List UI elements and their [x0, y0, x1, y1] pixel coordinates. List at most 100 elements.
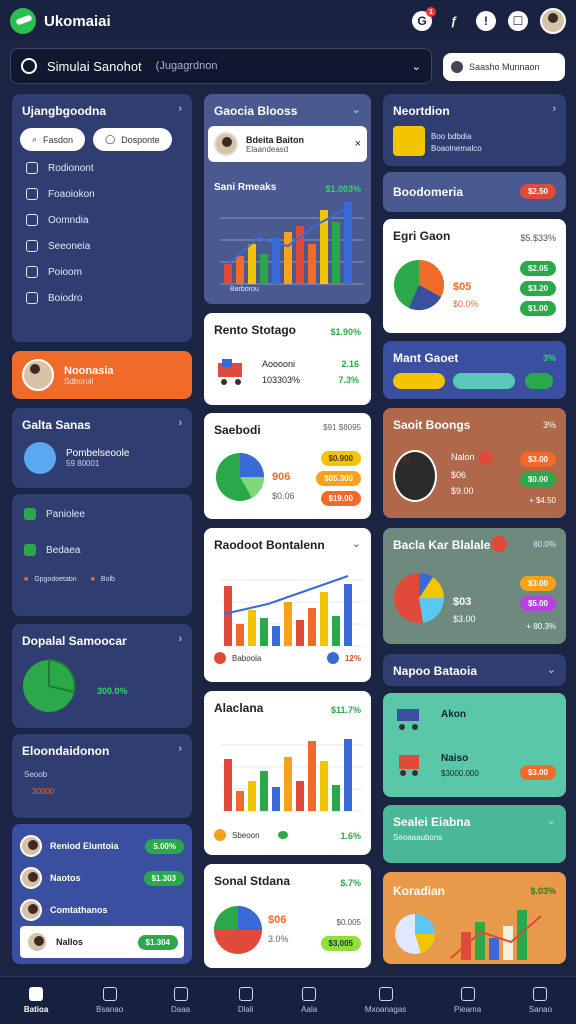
mant-title: Mant Gaoet: [393, 351, 459, 365]
inbox-icon: [102, 987, 117, 1001]
bar: [332, 785, 340, 811]
bottom-nav-batioa[interactable]: Batioa: [24, 987, 48, 1014]
nav-item-1[interactable]: Foaoiokon: [12, 181, 192, 207]
bottom-nav-bsanao[interactable]: Bsanao: [96, 987, 123, 1014]
info-icon[interactable]: !: [476, 11, 496, 31]
option-1-label: Paniolee: [46, 508, 85, 520]
nav-button-a[interactable]: ⌕ Fasdon: [20, 128, 86, 151]
nav-item-5[interactable]: Boiodro: [12, 285, 192, 311]
social-user-row[interactable]: Bdeita Baiton Elaandeasd ×: [208, 126, 367, 162]
option-2[interactable]: Bedaea: [12, 526, 192, 562]
bottom-nav-label: Mxoanagas: [364, 1005, 407, 1014]
nav-panel: Ujangbgoodna › ⌕ Fasdon ◯ Dosponte Rodiono…: [12, 94, 192, 342]
legend-dot: [326, 652, 339, 664]
bar: [236, 791, 244, 811]
rent-change: $1.90%: [330, 327, 361, 337]
nav-item-3[interactable]: Seeoneia: [12, 233, 192, 259]
bottom-nav-aala[interactable]: Aala: [301, 987, 317, 1014]
bottom-nav-dlali[interactable]: Dlali: [238, 987, 253, 1014]
notification-badge: 1: [426, 7, 436, 17]
donut-value: 300.0%: [97, 686, 128, 696]
user-avatar[interactable]: [540, 8, 566, 34]
team-row[interactable]: Comtathanos: [20, 894, 184, 926]
nav-item-2[interactable]: Oomndia: [12, 207, 192, 233]
close-icon[interactable]: ×: [355, 138, 361, 150]
chevron-right-icon[interactable]: ›: [178, 743, 182, 755]
nav-item-0[interactable]: Rodionont: [12, 155, 192, 181]
bar: [296, 620, 304, 646]
rent-panel: Rento Stotago $1.90% Aooooni 103303% 2.1…: [204, 313, 371, 405]
option-1[interactable]: Paniolee: [12, 494, 192, 526]
kards-chart: [395, 910, 542, 960]
sales-pill-2: $05.300: [316, 471, 361, 486]
chevron-down-icon[interactable]: ⌄: [547, 663, 556, 676]
bottom-nav-label: Aala: [301, 1005, 318, 1014]
chevron-down-icon[interactable]: ⌄: [547, 814, 556, 827]
google-icon[interactable]: G1: [412, 7, 436, 31]
team-badge: $1.304: [137, 934, 178, 950]
sales-total: $91 $8095: [323, 423, 361, 432]
nav-item-4[interactable]: Poioom: [12, 259, 192, 285]
bottom-nav-sanao[interactable]: Sanao: [529, 987, 552, 1014]
legend-dot: [214, 829, 226, 841]
bottom-nav-pieama[interactable]: Pieama: [454, 987, 481, 1014]
analytics-legend-1: Sbeoon: [232, 830, 260, 840]
bar: [344, 202, 352, 284]
bolt-icon[interactable]: ƒ: [444, 11, 464, 31]
nav-button-b[interactable]: ◯ Dosponte: [93, 128, 172, 151]
chevron-right-icon[interactable]: ›: [178, 103, 182, 115]
app-logo-icon[interactable]: [10, 8, 36, 34]
backer-pill-2: $5.00: [519, 596, 556, 611]
legend-dot: [277, 831, 288, 839]
chevron-right-icon[interactable]: ›: [552, 103, 556, 115]
team-name: Naotos: [50, 873, 81, 883]
notif-panel: Neortdion › Boo bdbdia Boaolnemalco: [383, 94, 566, 166]
team-row[interactable]: Naotos $1.303: [20, 862, 184, 894]
galta-sub: 59 80001: [66, 459, 100, 468]
bottom-nav: Batioa Bsanao Daaa Dlali Aala Mxoanagas Pieama…: [0, 976, 576, 1024]
smart-pill-2: $0.00: [519, 472, 556, 487]
nav-item-label: Oomndia: [48, 214, 89, 226]
social2-c: $0.005: [336, 918, 361, 927]
bar: [284, 232, 292, 284]
bottom-nav-label: Bsanao: [96, 1005, 124, 1014]
chevron-down-icon[interactable]: ⌄: [352, 537, 361, 550]
nav-button-a-label: Fasdon: [43, 134, 74, 145]
bar: [272, 787, 280, 811]
mant-bar-2: [453, 373, 515, 389]
team-row[interactable]: Nallos $1.304: [20, 926, 184, 958]
bar: [260, 771, 268, 811]
social2-pie-chart: [214, 906, 262, 954]
bar: [236, 624, 244, 646]
profile-card[interactable]: Noonasia Sdboroli: [12, 351, 192, 399]
gold-change: $5.$33%: [520, 233, 556, 243]
chart-icon: [26, 240, 38, 252]
notif-line2: Boaolnemalco: [431, 144, 482, 153]
chevron-right-icon[interactable]: ›: [178, 633, 182, 645]
team-row[interactable]: Reniod Eluntoia 5.00%: [20, 830, 184, 862]
team-name: Nallos: [56, 937, 84, 947]
social-title: Gaocia Blooss: [214, 104, 298, 118]
smiley-icon: [393, 126, 425, 156]
search-icon: ⌕: [32, 134, 38, 144]
sales-a: 906: [272, 471, 291, 483]
nav-panel-title: Ujangbgoodna: [22, 104, 106, 118]
bar: [224, 759, 232, 811]
bottom-nav-daaa[interactable]: Daaa: [171, 987, 190, 1014]
team-name: Reniod Eluntoia: [50, 841, 119, 851]
chevron-right-icon[interactable]: ›: [178, 417, 182, 429]
galta-panel: Galta Sanas › Pombelseoole 59 80001: [12, 408, 192, 488]
bar: [284, 602, 292, 646]
elend-value: 30000: [32, 787, 55, 796]
chevron-down-icon[interactable]: ⌄: [352, 103, 361, 116]
alert-icon: [479, 451, 493, 465]
bottom-nav-mxoanagas[interactable]: Mxoanagas: [365, 987, 406, 1014]
chevron-down-icon[interactable]: ⌄: [412, 60, 421, 73]
smart-v2: $9.00: [451, 486, 474, 496]
chat-icon[interactable]: ☐: [508, 11, 528, 31]
user-button[interactable]: Saasho Munnaon: [443, 53, 565, 81]
donut-panel: Dopalal Samoocar › 300.0%: [12, 624, 192, 728]
search-bar[interactable]: Simulai Sanohot (Jugagrdnon ⌄: [10, 48, 432, 84]
tag-2: Bolb: [100, 576, 115, 583]
social2-change: $.7%: [340, 878, 361, 888]
